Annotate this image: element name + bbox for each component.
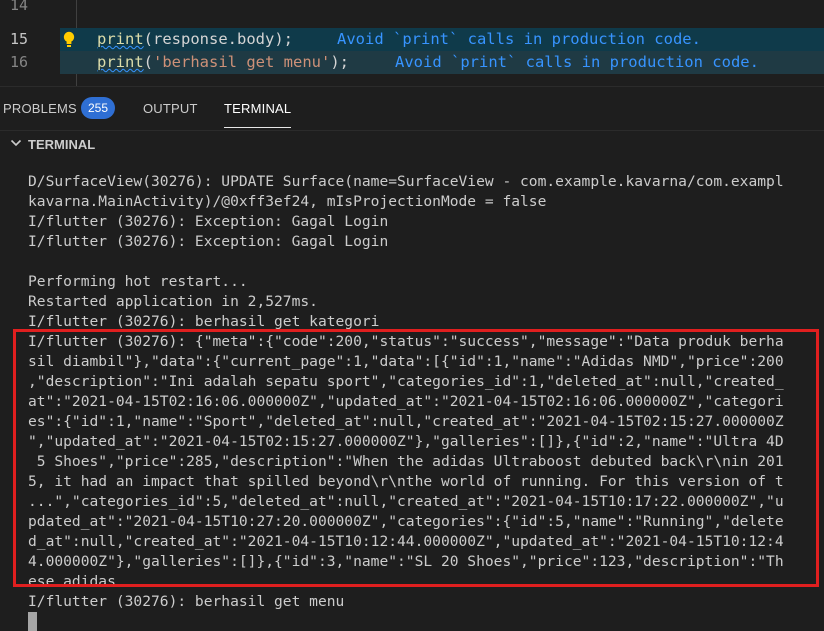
tab-problems[interactable]: PROBLEMS xyxy=(3,87,77,130)
function-name: print xyxy=(97,30,144,48)
panel-tab-bar: PROBLEMS OUTPUT TERMINAL xyxy=(0,86,824,130)
lint-hint: Avoid `print` calls in production code. xyxy=(337,30,701,48)
editor-line[interactable]: 16 print('berhasil get menu'); Avoid `pr… xyxy=(0,51,824,74)
problems-count-badge: 255 xyxy=(81,97,115,119)
terminal-line: kavarna.MainActivity)/@0xff3ef24, mIsPro… xyxy=(28,193,547,210)
terminal-section-header[interactable]: TERMINAL xyxy=(0,130,824,159)
code-text: print('berhasil get menu'); xyxy=(97,53,349,71)
chevron-down-icon[interactable] xyxy=(10,137,22,149)
function-name: print xyxy=(97,53,144,71)
terminal-line: I/flutter (30276): berhasil get menu xyxy=(28,593,345,610)
terminal-line: D/SurfaceView(30276): UPDATE Surface(nam… xyxy=(28,173,784,190)
tab-output[interactable]: OUTPUT xyxy=(143,87,198,130)
code-editor[interactable]: 14 15 print(response.body); Avoid `print… xyxy=(0,0,824,86)
code-suffix: ); xyxy=(330,53,349,71)
code-argument: response.body xyxy=(153,30,275,48)
editor-line[interactable]: 14 xyxy=(0,0,824,17)
lightbulb-icon[interactable] xyxy=(62,30,76,49)
terminal-cursor xyxy=(28,612,37,631)
code-text: print(response.body); xyxy=(97,30,294,48)
terminal-section-title: TERMINAL xyxy=(28,137,96,152)
line-number: 14 xyxy=(9,0,28,14)
lint-hint: Avoid `print` calls in production code. xyxy=(395,53,759,71)
terminal-line: I/flutter (30276): Exception: Gagal Logi… xyxy=(28,233,389,250)
terminal-line: Performing hot restart... xyxy=(28,273,248,290)
code-string: 'berhasil get menu' xyxy=(153,53,331,71)
editor-line[interactable]: 15 print(response.body); Avoid `print` c… xyxy=(0,28,824,51)
line-number: 15 xyxy=(9,30,28,48)
code-suffix: ); xyxy=(274,30,294,48)
tab-terminal[interactable]: TERMINAL xyxy=(224,87,292,130)
terminal-line: I/flutter (30276): Exception: Gagal Logi… xyxy=(28,213,389,230)
line-number: 16 xyxy=(9,53,28,71)
highlight-box xyxy=(13,329,819,587)
terminal-line: Restarted application in 2,527ms. xyxy=(28,293,318,310)
